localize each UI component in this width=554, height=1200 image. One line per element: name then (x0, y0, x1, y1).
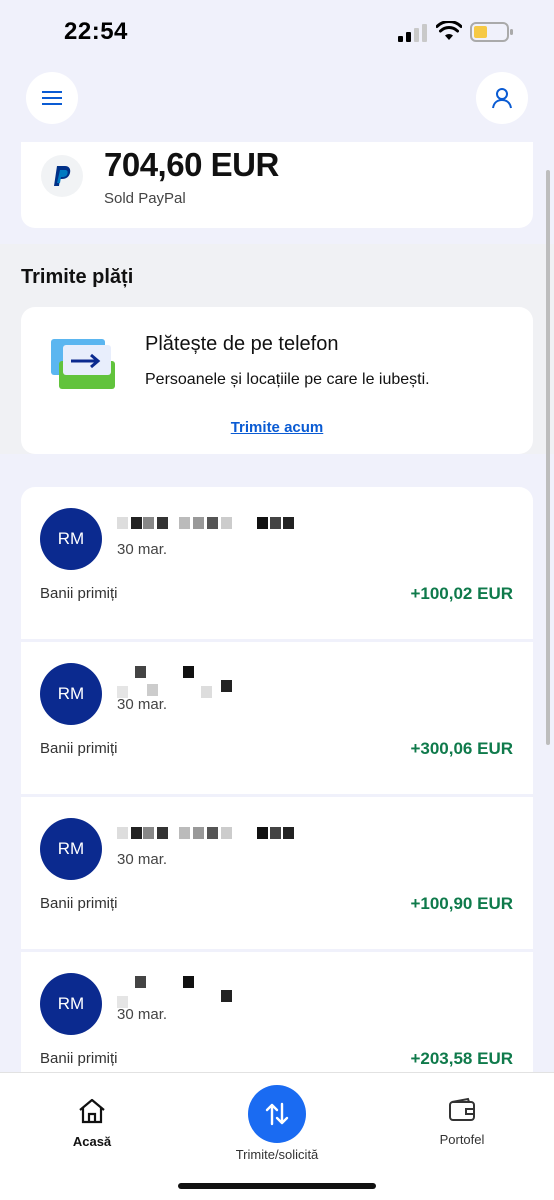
swap-arrows-icon (265, 1102, 289, 1126)
transaction-date: 30 mar. (117, 1006, 168, 1023)
nav-home-label: Acasă (72, 1134, 112, 1149)
section-title: Trimite plăți (21, 266, 134, 288)
transaction-date: 30 mar. (117, 851, 168, 868)
send-request-label: Trimite/solicită (235, 1147, 319, 1162)
transaction-amount: +100,90 EUR (410, 894, 513, 913)
nav-wallet-label: Portofel (439, 1132, 485, 1147)
nav-home[interactable]: Acasă (52, 1097, 132, 1149)
scrollbar[interactable] (546, 170, 550, 745)
send-money-cards-icon (51, 339, 115, 389)
transaction-row[interactable]: RM 30 mar. Banii primiți +300,06 EUR (21, 642, 533, 794)
home-indicator (178, 1183, 376, 1189)
transaction-amount: +300,06 EUR (410, 739, 513, 758)
status-bar: 22:54 (0, 0, 554, 62)
menu-button[interactable] (26, 72, 78, 124)
battery-icon (470, 22, 513, 42)
send-payments-card[interactable]: Plătește de pe telefon Persoanele și loc… (21, 307, 533, 454)
blurred-name (117, 827, 307, 843)
transaction-type: Banii primiți (40, 1050, 118, 1067)
transaction-row[interactable]: RM 30 mar. Banii primiți +100,90 EUR (21, 797, 533, 949)
bottom-navigation: Acasă Trimite/solicită Portofel (0, 1072, 554, 1200)
transaction-type: Banii primiți (40, 740, 118, 757)
transaction-type: Banii primiți (40, 895, 118, 912)
blurred-name (117, 976, 307, 1008)
home-icon (79, 1098, 105, 1124)
person-icon (492, 88, 512, 109)
transaction-date: 30 mar. (117, 541, 168, 558)
send-payments-section: Trimite plăți Plătește de pe telefon Per… (0, 244, 554, 454)
paypal-balance-card[interactable]: 704,60 EUR Sold PayPal (21, 142, 533, 228)
avatar: RM (40, 973, 102, 1035)
balance-amount: 704,60 EUR (104, 146, 279, 183)
hamburger-menu-icon (42, 91, 62, 105)
cellular-signal-icon (398, 24, 427, 42)
avatar: RM (40, 663, 102, 725)
blurred-name (117, 517, 307, 533)
nav-wallet[interactable]: Portofel (422, 1097, 502, 1147)
wallet-icon (449, 1097, 475, 1121)
send-card-heading: Plătește de pe telefon (145, 333, 339, 355)
balance-label: Sold PayPal (104, 190, 186, 207)
transaction-row[interactable]: RM 30 mar. Banii primiți +100,02 EUR (21, 487, 533, 639)
send-now-link[interactable]: Trimite acum (21, 419, 533, 436)
transaction-amount: +203,58 EUR (410, 1049, 513, 1068)
avatar: RM (40, 508, 102, 570)
transaction-type: Banii primiți (40, 585, 118, 602)
status-time: 22:54 (64, 18, 128, 45)
transaction-amount: +100,02 EUR (410, 584, 513, 603)
send-request-button[interactable] (248, 1085, 306, 1143)
top-bar (0, 62, 554, 140)
wifi-icon (436, 21, 462, 40)
profile-button[interactable] (476, 72, 528, 124)
paypal-logo-icon (41, 155, 83, 197)
avatar: RM (40, 818, 102, 880)
transaction-date: 30 mar. (117, 696, 168, 713)
send-card-subtitle: Persoanele și locațiile pe care le iubeș… (145, 371, 430, 388)
blurred-name (117, 666, 307, 698)
